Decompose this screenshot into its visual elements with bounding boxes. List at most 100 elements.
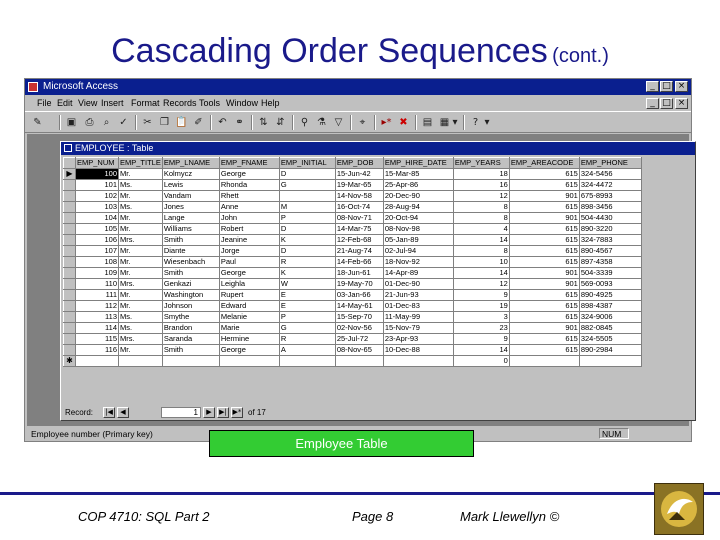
table-cell[interactable]: 107 (75, 245, 119, 257)
table-cell[interactable]: Marie (218, 322, 280, 334)
window-titlebar[interactable]: Microsoft Access _ □ × (25, 79, 691, 95)
table-cell[interactable]: 15-Nov-79 (382, 322, 454, 334)
table-cell[interactable]: E (278, 289, 336, 301)
table-cell[interactable]: 324-9006 (578, 311, 642, 323)
column-header[interactable]: EMP_DOB (334, 157, 384, 169)
table-cell[interactable]: 615 (508, 311, 580, 323)
table-cell[interactable]: 100 (75, 168, 119, 180)
menu-file[interactable]: File (37, 96, 52, 110)
table-cell[interactable] (278, 355, 336, 367)
table-cell[interactable]: 14 (452, 344, 510, 356)
table-cell[interactable]: 14-Feb-66 (334, 256, 384, 268)
table-cell[interactable]: D (278, 245, 336, 257)
table-cell[interactable]: Smythe (161, 311, 220, 323)
table-cell[interactable]: Diante (161, 245, 220, 257)
table-cell[interactable]: 4 (452, 223, 510, 235)
table-cell[interactable]: 16 (452, 179, 510, 191)
table-cell[interactable]: Vandam (161, 190, 220, 202)
table-cell[interactable]: 23-Apr-93 (382, 333, 454, 345)
table-cell[interactable]: 615 (508, 333, 580, 345)
table-cell[interactable]: Mr. (118, 267, 163, 279)
table-cell[interactable]: 890-4925 (578, 289, 642, 301)
table-cell[interactable]: 12-Feb-68 (334, 234, 384, 246)
insert-hyperlink-icon[interactable]: ⚭ (233, 116, 246, 129)
table-cell[interactable]: 113 (75, 311, 119, 323)
table-cell[interactable]: Mr. (118, 344, 163, 356)
table-cell[interactable]: 901 (508, 322, 580, 334)
help-icon[interactable]: ? (469, 116, 482, 129)
column-header[interactable]: EMP_LNAME (161, 157, 220, 169)
table-cell[interactable]: 114 (75, 322, 119, 334)
table-cell[interactable]: 112 (75, 300, 119, 312)
table-cell[interactable]: Hermine (218, 333, 280, 345)
record-selector[interactable] (63, 245, 76, 257)
table-cell[interactable]: 324-5456 (578, 168, 642, 180)
record-selector[interactable] (63, 322, 76, 334)
table-cell[interactable]: 20-Oct-94 (382, 212, 454, 224)
table-cell[interactable]: K (278, 234, 336, 246)
table-cell[interactable] (382, 355, 454, 367)
table-cell[interactable]: 102 (75, 190, 119, 202)
record-selector[interactable] (63, 234, 76, 246)
table-cell[interactable]: W (278, 278, 336, 290)
table-cell[interactable]: 615 (508, 344, 580, 356)
table-cell[interactable]: D (278, 168, 336, 180)
table-cell[interactable]: 101 (75, 179, 119, 191)
table-cell[interactable]: Washington (161, 289, 220, 301)
table-cell[interactable]: 324-5505 (578, 333, 642, 345)
table-cell[interactable]: Rhonda (218, 179, 280, 191)
print-icon[interactable]: ⎙ (83, 116, 96, 129)
table-cell[interactable]: Ms. (118, 201, 163, 213)
table-cell[interactable]: 28-Aug-94 (382, 201, 454, 213)
record-selector[interactable] (63, 179, 76, 191)
table-cell[interactable]: 890-3220 (578, 223, 642, 235)
new-record-nav-button[interactable]: ▶* (231, 407, 243, 418)
table-cell[interactable]: P (278, 311, 336, 323)
table-cell[interactable]: K (278, 267, 336, 279)
table-cell[interactable] (75, 355, 119, 367)
table-cell[interactable]: 9 (452, 289, 510, 301)
copy-icon[interactable]: ❐ (158, 116, 171, 129)
table-cell[interactable]: 504-4430 (578, 212, 642, 224)
table-cell[interactable]: 03-Jan-66 (334, 289, 384, 301)
table-cell[interactable]: Saranda (161, 333, 220, 345)
table-cell[interactable]: Mr. (118, 256, 163, 268)
table-cell[interactable]: Paul (218, 256, 280, 268)
table-cell[interactable]: Mr. (118, 245, 163, 257)
sort-descending-icon[interactable]: ⇵ (274, 116, 287, 129)
table-cell[interactable]: 10-Dec-88 (382, 344, 454, 356)
table-cell[interactable]: 25-Jul-72 (334, 333, 384, 345)
database-window-icon[interactable]: ▤ (421, 116, 434, 129)
column-header[interactable]: EMP_INITIAL (278, 157, 336, 169)
column-header[interactable]: EMP_YEARS (452, 157, 510, 169)
table-cell[interactable]: 14 (452, 267, 510, 279)
table-cell[interactable]: G (278, 322, 336, 334)
table-cell[interactable]: Mr. (118, 289, 163, 301)
doc-close-button[interactable]: × (675, 98, 688, 109)
table-cell[interactable]: Robert (218, 223, 280, 235)
table-cell[interactable]: Mr. (118, 223, 163, 235)
menu-tools[interactable]: Tools (199, 96, 220, 110)
table-cell[interactable]: 21-Aug-74 (334, 245, 384, 257)
column-header[interactable]: EMP_HIRE_DATE (382, 157, 454, 169)
table-cell[interactable]: M (278, 201, 336, 213)
record-selector[interactable] (63, 201, 76, 213)
table-cell[interactable]: George (218, 344, 280, 356)
record-selector[interactable] (63, 256, 76, 268)
table-cell[interactable]: 21-Jun-93 (382, 289, 454, 301)
new-record-icon[interactable]: ▸* (380, 116, 393, 129)
table-cell[interactable]: 12 (452, 190, 510, 202)
table-cell[interactable]: Mrs. (118, 278, 163, 290)
table-cell[interactable]: 615 (508, 201, 580, 213)
table-cell[interactable]: 901 (508, 278, 580, 290)
table-cell[interactable]: 109 (75, 267, 119, 279)
table-cell[interactable]: Mr. (118, 190, 163, 202)
minimize-button[interactable]: _ (646, 81, 659, 92)
table-cell[interactable]: Lewis (161, 179, 220, 191)
record-selector[interactable] (63, 300, 76, 312)
menu-view[interactable]: View (78, 96, 97, 110)
record-selector[interactable] (63, 212, 76, 224)
table-cell[interactable]: 19 (452, 300, 510, 312)
table-cell[interactable]: 0 (452, 355, 510, 367)
table-cell[interactable]: 8 (452, 201, 510, 213)
